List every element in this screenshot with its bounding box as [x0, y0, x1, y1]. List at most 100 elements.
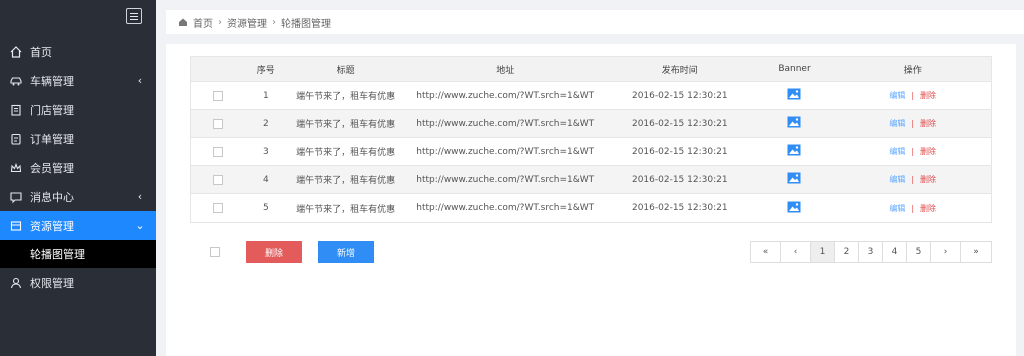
- last-page-button[interactable]: »: [961, 242, 991, 262]
- table-row: 4 端午节来了，租车有优惠 http://www.zuche.com/?WT.s…: [191, 166, 991, 194]
- row-title: 端午节来了，租车有优惠: [296, 148, 396, 158]
- sidebar-item-label: 消息中心: [30, 190, 74, 204]
- sidebar-item-label: 会员管理: [30, 161, 74, 175]
- header-banner: Banner: [778, 64, 811, 74]
- page-button-4[interactable]: 4: [883, 242, 907, 262]
- sidebar-item-home[interactable]: 首页: [0, 37, 156, 66]
- sidebar-item-vehicles[interactable]: 车辆管理 ‹: [0, 66, 156, 95]
- chevron-right-icon: ›: [218, 16, 222, 28]
- breadcrumb: 首页 › 资源管理 › 轮播图管理: [166, 10, 1024, 34]
- page-button-1[interactable]: 1: [811, 242, 835, 262]
- image-icon[interactable]: [787, 144, 801, 159]
- image-icon[interactable]: [787, 88, 801, 103]
- crown-icon: [8, 160, 24, 176]
- delete-link[interactable]: 删除: [920, 146, 936, 157]
- next-page-button[interactable]: ›: [931, 242, 961, 262]
- row-banner: [755, 144, 835, 159]
- delete-link[interactable]: 删除: [920, 174, 936, 185]
- page-button-2[interactable]: 2: [835, 242, 859, 262]
- row-checkbox[interactable]: [213, 146, 224, 157]
- row-select-cell: [191, 118, 246, 129]
- sidebar-item-permissions[interactable]: 权限管理: [0, 268, 156, 297]
- sidebar-item-messages[interactable]: 消息中心 ‹: [0, 182, 156, 211]
- row-title: 端午节来了，租车有优惠: [296, 92, 396, 102]
- row-select-cell: [191, 90, 246, 101]
- row-index: 4: [262, 174, 269, 185]
- add-button[interactable]: 新增: [318, 241, 374, 263]
- select-all-checkbox[interactable]: [210, 247, 220, 257]
- edit-link[interactable]: 编辑: [889, 146, 905, 157]
- edit-link[interactable]: 编辑: [889, 118, 905, 129]
- carousel-table: 序号 标题 地址 发布时间 Banner 操作 1 端午节来了，租车有优惠 ht…: [190, 56, 992, 223]
- table-actions: 删除 新增 « ‹ 1 2 3 4 5 › »: [190, 241, 992, 263]
- edit-link[interactable]: 编辑: [889, 174, 905, 185]
- image-icon[interactable]: [787, 201, 801, 216]
- page-button-5[interactable]: 5: [907, 242, 931, 262]
- store-icon: [8, 102, 24, 118]
- prev-page-button[interactable]: ‹: [781, 242, 811, 262]
- row-ops: 编辑 | 删除: [834, 174, 991, 185]
- row-time: 2016-02-15 12:30:21: [631, 146, 728, 157]
- image-icon[interactable]: [787, 116, 801, 131]
- row-checkbox[interactable]: [213, 90, 224, 101]
- home-icon: [178, 17, 188, 27]
- row-time: 2016-02-15 12:30:21: [631, 118, 728, 129]
- resource-icon: [8, 218, 24, 234]
- first-page-button[interactable]: «: [751, 242, 781, 262]
- row-url: http://www.zuche.com/?WT.srch=1&WT: [416, 146, 595, 157]
- main-panel: 序号 标题 地址 发布时间 Banner 操作 1 端午节来了，租车有优惠 ht…: [166, 44, 1016, 356]
- home-icon: [8, 44, 24, 60]
- row-checkbox[interactable]: [213, 203, 224, 213]
- delete-link[interactable]: 删除: [920, 90, 936, 101]
- row-checkbox[interactable]: [213, 174, 224, 185]
- row-ops: 编辑 | 删除: [834, 118, 991, 129]
- user-icon: [8, 275, 24, 291]
- sidebar-item-label: 首页: [30, 45, 52, 59]
- sidebar-subitem-carousel[interactable]: 轮播图管理: [0, 240, 156, 268]
- row-title: 端午节来了，租车有优惠: [296, 176, 396, 186]
- row-url: http://www.zuche.com/?WT.srch=1&WT: [416, 203, 595, 213]
- row-ops: 编辑 | 删除: [834, 90, 991, 101]
- breadcrumb-current: 轮播图管理: [281, 18, 331, 30]
- header-ops: 操作: [903, 65, 922, 76]
- row-banner: [755, 116, 835, 131]
- message-icon: [8, 189, 24, 205]
- row-checkbox[interactable]: [213, 118, 224, 129]
- breadcrumb-home[interactable]: 首页: [178, 15, 213, 30]
- row-banner: [755, 172, 835, 187]
- header-title: 标题: [336, 65, 355, 76]
- row-ops: 编辑 | 删除: [834, 146, 991, 157]
- delete-button[interactable]: 删除: [246, 241, 302, 263]
- sidebar-item-label: 门店管理: [30, 103, 74, 117]
- sidebar-item-orders[interactable]: 订单管理: [0, 124, 156, 153]
- edit-link[interactable]: 编辑: [889, 90, 905, 101]
- breadcrumb-parent[interactable]: 资源管理: [227, 15, 267, 30]
- edit-link[interactable]: 编辑: [889, 203, 905, 214]
- breadcrumb-home-label: 首页: [193, 18, 213, 30]
- sidebar-item-stores[interactable]: 门店管理: [0, 95, 156, 124]
- chevron-down-icon: ⌄: [135, 218, 145, 232]
- delete-link[interactable]: 删除: [920, 118, 936, 129]
- row-time: 2016-02-15 12:30:21: [631, 90, 728, 101]
- row-time: 2016-02-15 12:30:21: [631, 203, 728, 213]
- table-row: 2 端午节来了，租车有优惠 http://www.zuche.com/?WT.s…: [191, 110, 991, 138]
- row-index: 3: [262, 146, 269, 157]
- sidebar-item-label: 资源管理: [30, 219, 74, 233]
- menu-toggle-icon[interactable]: [126, 8, 142, 24]
- table-row: 5 端午节来了，租车有优惠 http://www.zuche.com/?WT.s…: [191, 194, 991, 222]
- chevron-left-icon: ‹: [137, 189, 143, 203]
- page-button-3[interactable]: 3: [859, 242, 883, 262]
- ops-separator: |: [911, 147, 915, 156]
- row-select-cell: [191, 203, 246, 213]
- sidebar-item-resources[interactable]: 资源管理 ⌄: [0, 211, 156, 240]
- sidebar-item-label: 订单管理: [30, 132, 74, 146]
- sidebar-item-members[interactable]: 会员管理: [0, 153, 156, 182]
- delete-link[interactable]: 删除: [920, 203, 936, 214]
- table-row: 1 端午节来了，租车有优惠 http://www.zuche.com/?WT.s…: [191, 82, 991, 110]
- image-icon[interactable]: [787, 172, 801, 187]
- row-url: http://www.zuche.com/?WT.srch=1&WT: [416, 90, 595, 101]
- row-url: http://www.zuche.com/?WT.srch=1&WT: [416, 174, 595, 185]
- sidebar-nav: 首页 车辆管理 ‹ 门店管理 订单管理 会员管理 消息中心 ‹ 资源管理 ⌄ 轮…: [0, 37, 156, 297]
- row-ops: 编辑 | 删除: [834, 203, 991, 214]
- sidebar-item-label: 权限管理: [30, 276, 74, 290]
